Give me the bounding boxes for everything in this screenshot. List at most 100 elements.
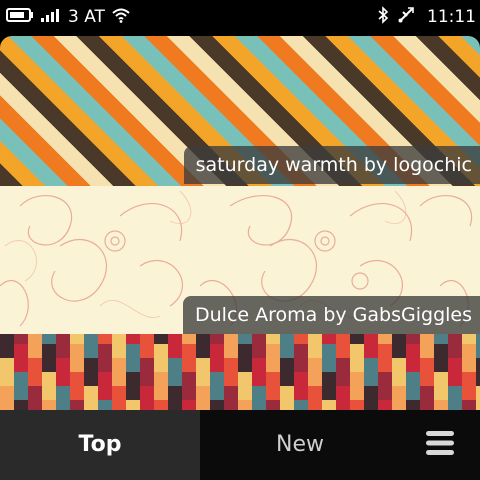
pixel-cell <box>140 372 154 386</box>
pixel-cell <box>350 372 364 386</box>
wallpaper-caption: saturday warmth by logochic <box>183 146 480 184</box>
pixel-cell <box>154 344 168 358</box>
pixel-cell <box>252 334 266 344</box>
pixel-cell <box>378 344 392 358</box>
tab-top[interactable]: Top <box>0 410 200 480</box>
pixel-cell <box>406 358 420 372</box>
pixel-cell <box>322 334 336 344</box>
pixel-cell <box>224 344 238 358</box>
pixel-cell <box>210 344 224 358</box>
pixel-cell <box>196 386 210 400</box>
pixel-cell <box>42 372 56 386</box>
pixel-cell <box>448 334 462 344</box>
pixel-cell <box>210 372 224 386</box>
pixel-cell <box>476 372 480 386</box>
pixel-cell <box>406 344 420 358</box>
pixel-cell <box>140 400 154 410</box>
pixel-cell <box>238 372 252 386</box>
pixel-cell <box>238 386 252 400</box>
pixel-cell <box>392 358 406 372</box>
pixel-cell <box>266 358 280 372</box>
pixel-cell <box>112 400 126 410</box>
pixel-cell <box>154 386 168 400</box>
pixel-cell <box>14 358 28 372</box>
pixel-cell <box>182 400 196 410</box>
pixel-cell <box>294 358 308 372</box>
tab-new[interactable]: New <box>200 410 400 480</box>
pixel-cell <box>462 400 476 410</box>
wallpaper-caption: Dulce Aroma by GabsGiggles <box>183 296 480 334</box>
pixel-cell <box>280 372 294 386</box>
wallpaper-tile-pixel-squares[interactable] <box>0 334 480 410</box>
pixel-cell <box>252 386 266 400</box>
pixel-cell <box>56 400 70 410</box>
pixel-cell <box>266 372 280 386</box>
wallpaper-tile-saturday-warmth[interactable]: saturday warmth by logochic <box>0 36 480 186</box>
carrier-label: 3 AT <box>68 7 105 27</box>
clock: 11:11 <box>427 7 476 27</box>
pixel-cell <box>350 358 364 372</box>
pixel-cell <box>252 400 266 410</box>
status-left: 3 AT <box>6 0 131 34</box>
bluetooth-icon <box>377 6 389 28</box>
pixel-cell <box>140 344 154 358</box>
pixel-cell <box>84 358 98 372</box>
pixel-cell <box>476 334 480 344</box>
menu-icon <box>425 429 455 461</box>
pixel-cell <box>224 400 238 410</box>
pixel-cell <box>350 400 364 410</box>
pixel-cell <box>168 386 182 400</box>
pixel-cell <box>406 372 420 386</box>
pixel-cell <box>56 344 70 358</box>
pixel-cell <box>406 386 420 400</box>
wallpaper-tile-dulce-aroma[interactable]: Dulce Aroma by GabsGiggles <box>0 186 480 334</box>
pixel-cell <box>238 334 252 344</box>
wifi-icon <box>111 7 131 27</box>
pixel-cell <box>434 344 448 358</box>
pixel-cell <box>266 386 280 400</box>
pixel-cell <box>182 386 196 400</box>
pixel-cell <box>462 344 476 358</box>
pixel-cell <box>406 334 420 344</box>
pixel-cell <box>112 344 126 358</box>
pixel-cell <box>112 386 126 400</box>
pixel-cell <box>336 358 350 372</box>
pixel-cell <box>322 372 336 386</box>
pixel-cell <box>98 400 112 410</box>
pixel-cell <box>378 358 392 372</box>
pixel-cell <box>28 386 42 400</box>
pixel-cell <box>196 372 210 386</box>
pixel-cell <box>28 372 42 386</box>
pixel-cell <box>364 344 378 358</box>
pixel-cell <box>434 334 448 344</box>
pixel-cell <box>42 344 56 358</box>
pixel-cell <box>322 344 336 358</box>
pixel-cell <box>476 386 480 400</box>
pixel-cell <box>154 334 168 344</box>
pixel-cell <box>56 334 70 344</box>
pixel-cell <box>392 344 406 358</box>
pixel-cell <box>392 386 406 400</box>
pixel-cell <box>462 334 476 344</box>
usb-icon <box>397 6 415 28</box>
pixel-cell <box>70 400 84 410</box>
pixel-cell <box>126 372 140 386</box>
pixel-cell <box>392 334 406 344</box>
pixel-cell <box>266 344 280 358</box>
pixel-cell <box>98 358 112 372</box>
pixel-cell <box>238 400 252 410</box>
pixel-cell <box>280 344 294 358</box>
pixel-cell <box>42 334 56 344</box>
pixel-cell <box>350 386 364 400</box>
pixel-cell <box>252 358 266 372</box>
pixel-cell <box>350 334 364 344</box>
wallpaper-list[interactable]: saturday warmth by logochic Dulce Aroma … <box>0 36 480 410</box>
pixel-cell <box>14 334 28 344</box>
menu-button[interactable] <box>400 410 480 480</box>
pixel-cell <box>266 334 280 344</box>
pixel-cell <box>140 358 154 372</box>
pixel-cell <box>154 358 168 372</box>
pixel-cell <box>196 358 210 372</box>
pixel-cell <box>42 386 56 400</box>
pixel-cell <box>448 372 462 386</box>
